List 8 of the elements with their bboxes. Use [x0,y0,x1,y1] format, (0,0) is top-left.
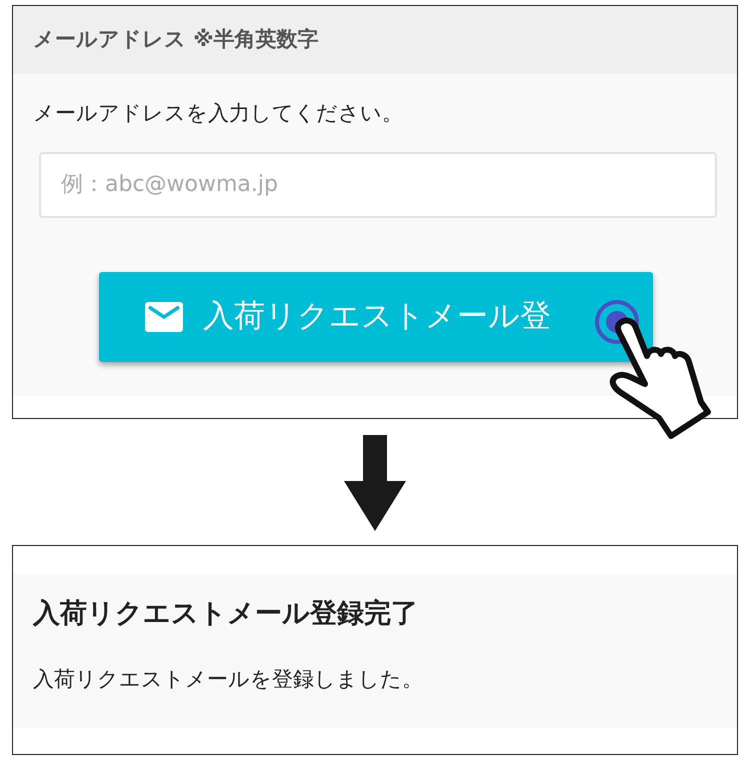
mail-icon [145,302,183,332]
down-arrow-icon [344,435,406,531]
section-header: メールアドレス ※半角英数字 [13,6,737,74]
completion-title: 入荷リクエストメール登録完了 [33,598,419,630]
register-button[interactable]: 入荷リクエストメール登 [99,272,653,362]
email-field[interactable]: 例：abc@wowma.jp [39,152,717,218]
completion-message: 入荷リクエストメールを登録しました。 [33,666,424,694]
instruction-text: メールアドレスを入力してください。 [33,100,404,127]
